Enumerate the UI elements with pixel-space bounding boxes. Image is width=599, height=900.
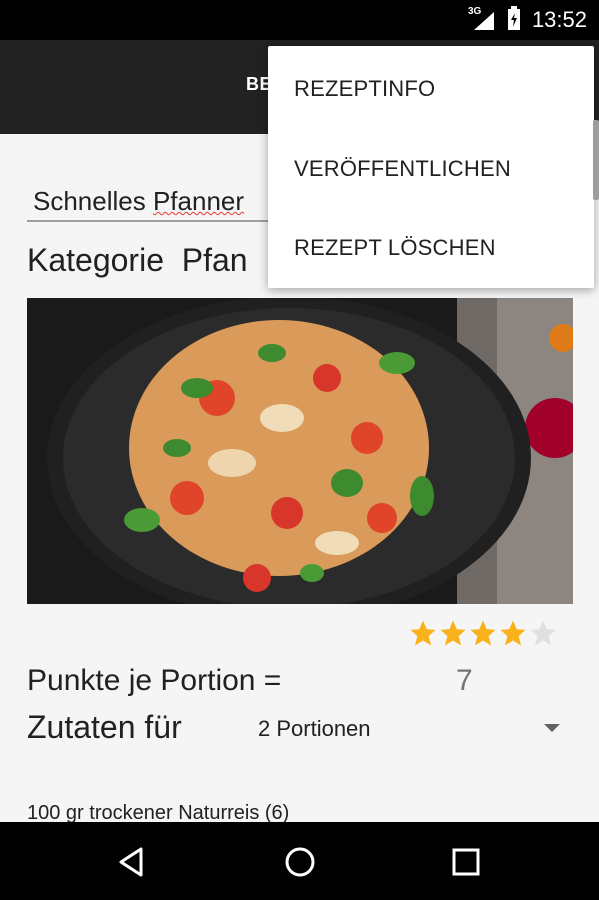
home-button[interactable] [280,842,320,882]
recipe-photo[interactable] [27,298,573,604]
menu-item-delete-recipe[interactable]: REZEPT LÖSCHEN [294,235,496,261]
star-icon [410,620,436,646]
recents-button[interactable] [446,842,486,882]
category-label: Kategorie [27,242,164,278]
navigation-bar [0,822,599,900]
points-label: Punkte je Portion = [27,664,282,697]
star-empty-icon [530,620,556,646]
recipe-title-misspelled: Pfanner [152,186,245,216]
recents-icon [452,848,480,876]
recipe-title-start: Schnelles [33,186,153,216]
servings-dropdown[interactable]: 2 Portionen [248,712,568,748]
status-icons: 3G 13:52 [468,5,587,36]
back-button[interactable] [112,842,152,882]
category-value[interactable]: Pfan [182,242,248,278]
status-bar: 3G 13:52 [0,0,599,40]
signal-icon: 3G [468,6,496,32]
star-icon [470,620,496,646]
points-value: 7 [456,664,473,697]
star-icon [500,620,526,646]
back-icon [119,847,143,877]
servings-selected-value: 2 Portionen [258,716,371,741]
servings-label: Zutaten für [27,709,182,745]
star-icon [440,620,466,646]
battery-icon [506,5,522,36]
menu-item-recipe-info[interactable]: REZEPTINFO [294,76,435,102]
scroll-indicator [593,120,599,200]
home-icon [285,847,315,877]
category-row: Kategorie Pfan [27,242,248,279]
dropdown-arrow-icon [544,724,560,732]
status-time: 13:52 [531,7,587,32]
menu-item-publish[interactable]: VERÖFFENTLICHEN [294,156,511,182]
overflow-menu: REZEPTINFO VERÖFFENTLICHEN REZEPT LÖSCHE… [268,46,594,288]
ingredient-item: 100 gr trockener Naturreis (6) [27,802,290,822]
rating-stars[interactable] [408,618,558,648]
recipe-title-text: Schnelles Pfanner [33,186,244,217]
